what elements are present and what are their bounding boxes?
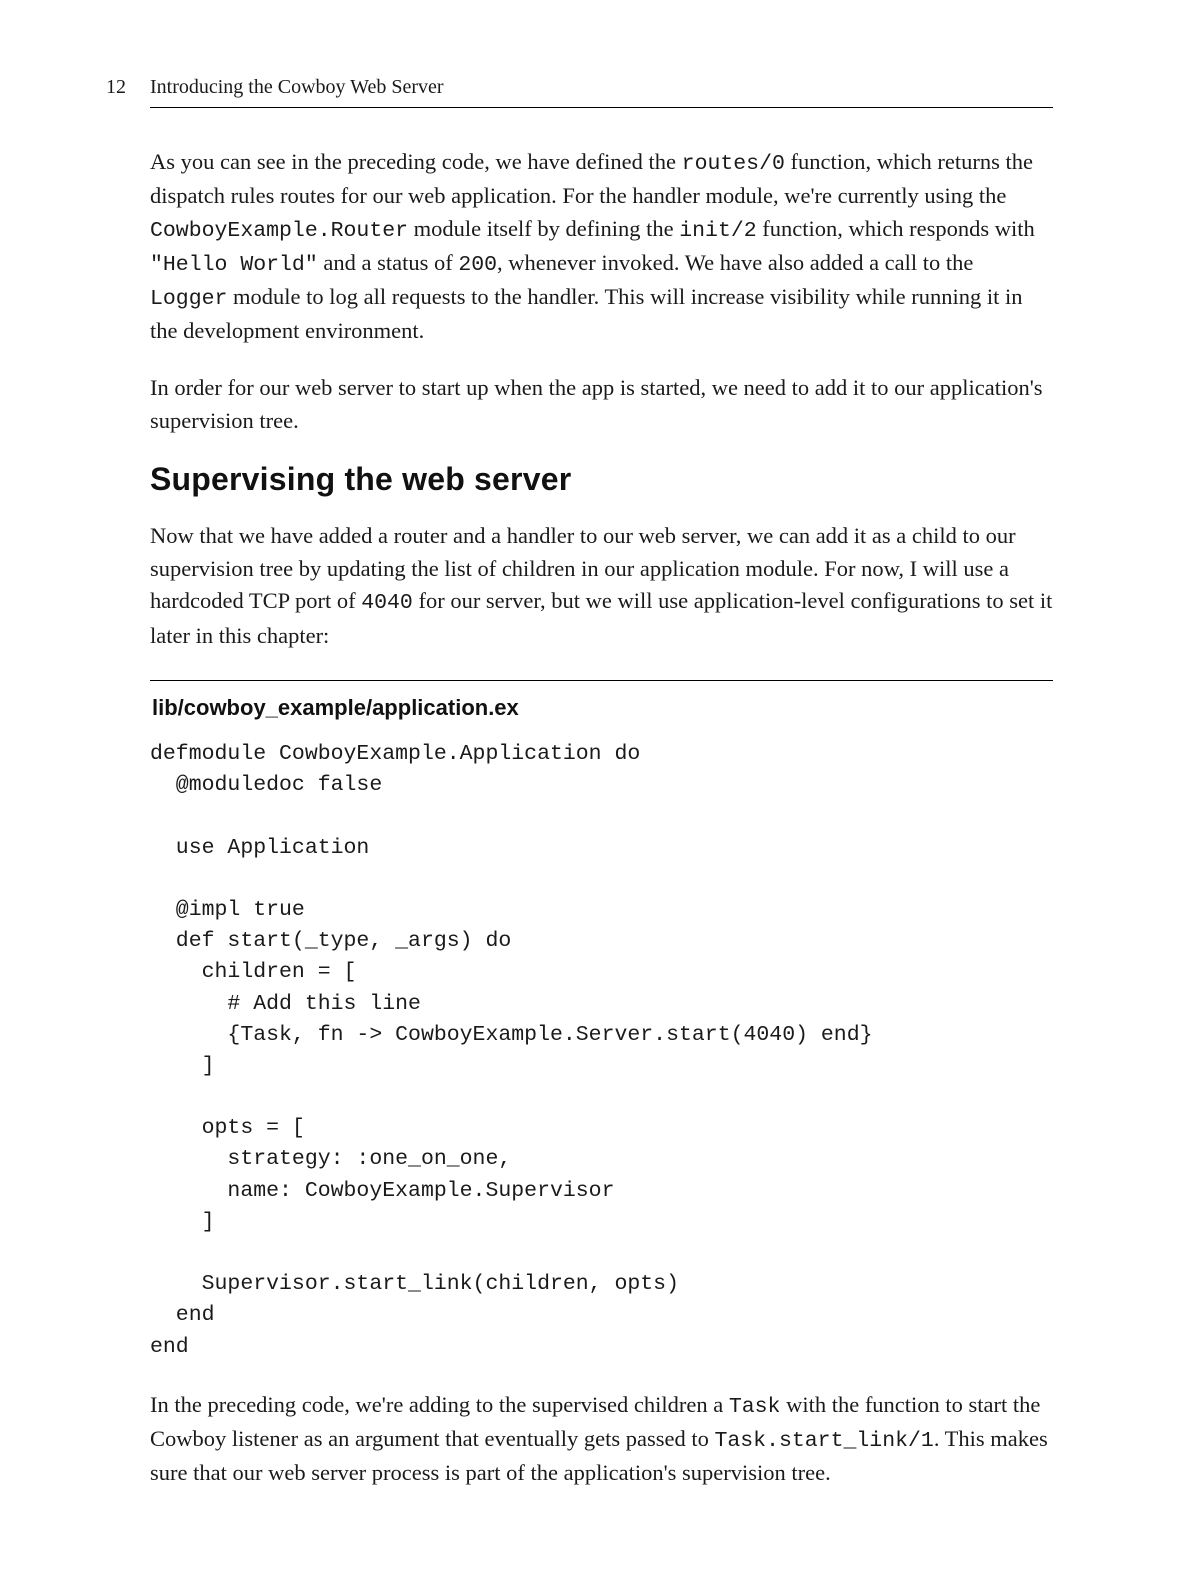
inline-code: Logger [150, 287, 227, 311]
paragraph-2: In order for our web server to start up … [150, 372, 1053, 437]
text: function, which responds with [757, 216, 1035, 241]
inline-code: init/2 [679, 219, 756, 243]
inline-code: "Hello World" [150, 253, 318, 277]
text: , whenever invoked. We have also added a… [497, 250, 973, 275]
paragraph-1: As you can see in the preceding code, we… [150, 146, 1053, 348]
running-head: 12 Introducing the Cowboy Web Server [150, 76, 1053, 99]
inline-code: routes/0 [682, 152, 785, 176]
header-rule [150, 107, 1053, 108]
page: 12 Introducing the Cowboy Web Server As … [0, 0, 1203, 1594]
text: In the preceding code, we're adding to t… [150, 1392, 729, 1417]
text: As you can see in the preceding code, we… [150, 149, 682, 174]
code-block-rule [150, 680, 1053, 681]
code-block: defmodule CowboyExample.Application do @… [150, 739, 1053, 1362]
text: module itself by defining the [408, 216, 679, 241]
inline-code: CowboyExample.Router [150, 219, 408, 243]
inline-code: Task [729, 1395, 781, 1419]
inline-code: 4040 [361, 591, 413, 615]
code-file-path: lib/cowboy_example/application.ex [152, 695, 1053, 721]
text: module to log all requests to the handle… [150, 284, 1023, 343]
paragraph-3: Now that we have added a router and a ha… [150, 520, 1053, 652]
page-number: 12 [92, 76, 126, 99]
text: and a status of [318, 250, 459, 275]
running-title: Introducing the Cowboy Web Server [150, 76, 444, 99]
inline-code: Task.start_link/1 [714, 1429, 933, 1453]
paragraph-4: In the preceding code, we're adding to t… [150, 1389, 1053, 1490]
section-heading: Supervising the web server [150, 461, 1053, 498]
inline-code: 200 [458, 253, 497, 277]
